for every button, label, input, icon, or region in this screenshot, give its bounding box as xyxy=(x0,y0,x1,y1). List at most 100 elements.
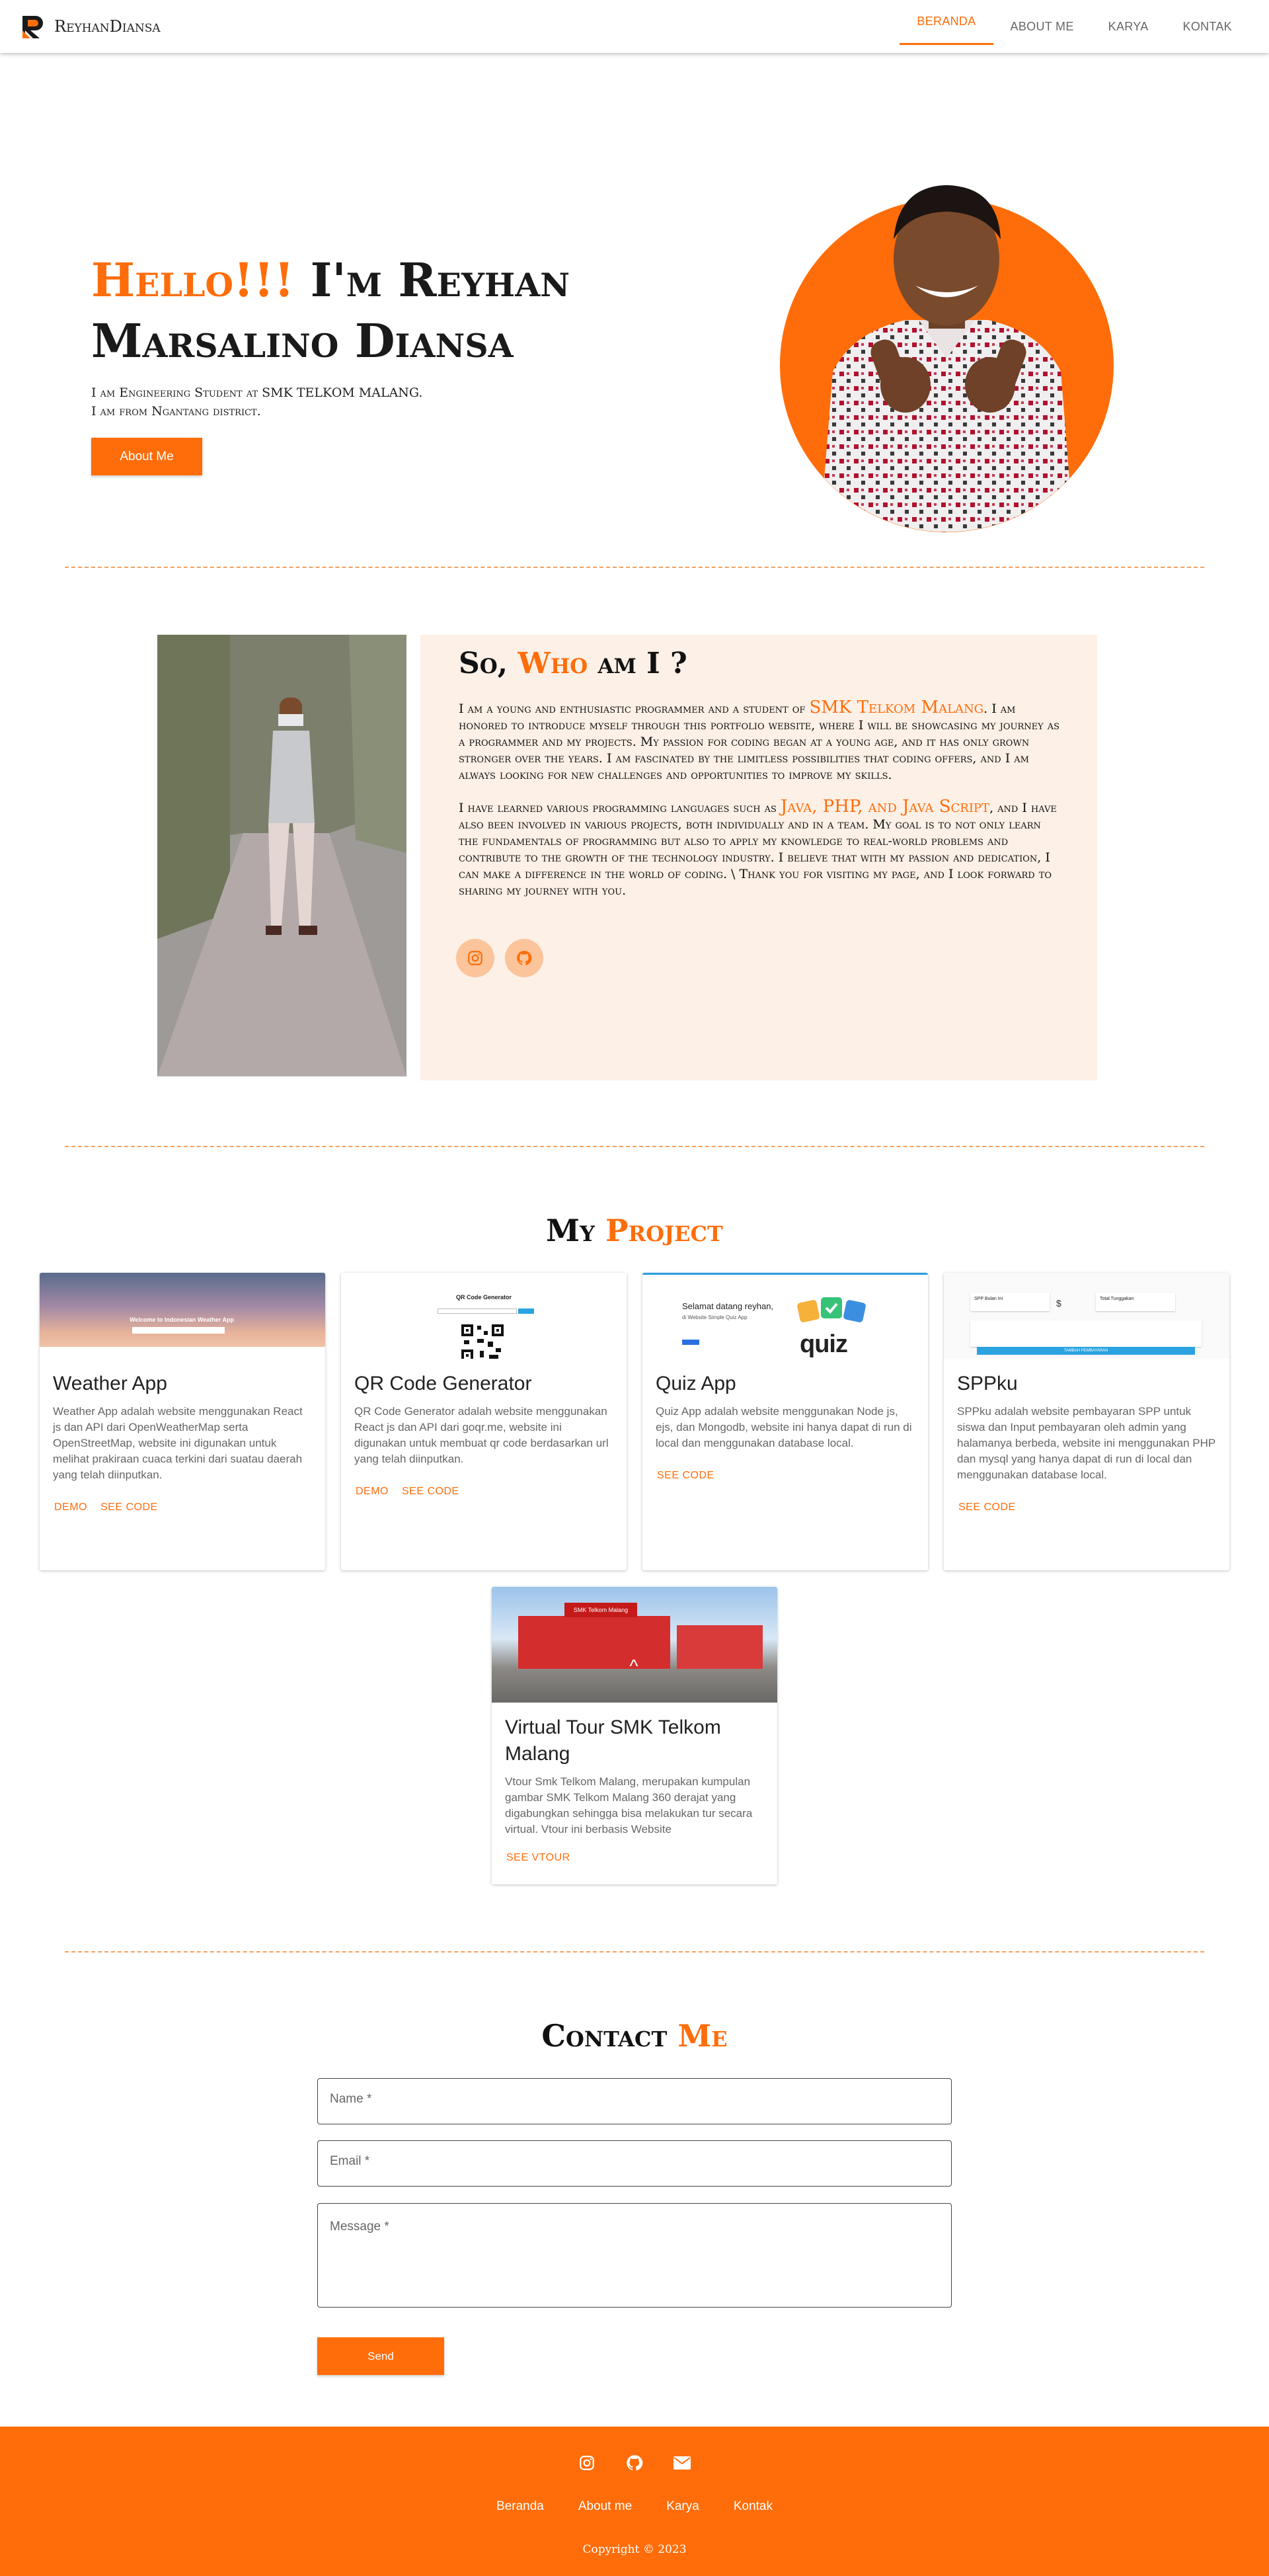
hero-portrait-image xyxy=(820,185,1074,532)
nav-kontak[interactable]: KONTAK xyxy=(1166,0,1249,53)
project-title: Quiz App xyxy=(656,1373,736,1394)
project-description: SPPku adalah website pembayaran SPP untu… xyxy=(957,1405,1215,1481)
footer-social xyxy=(0,2453,1269,2473)
quiz-thumb-greeting: Selamat datang reyhan, xyxy=(682,1301,774,1311)
hero-line-1: I am Engineering Student at SMK TELKOM M… xyxy=(91,385,423,400)
project-card-vtour: SMK Telkom Malang ^ Virtual Tour SMK Tel… xyxy=(492,1587,777,1884)
about-p2-text: I have learned various programming langu… xyxy=(459,801,781,815)
project-actions: SEE VTOUR xyxy=(500,1852,777,1864)
qr-thumb-input xyxy=(438,1308,517,1314)
copyright: Copyright © 2023 xyxy=(582,2543,687,2556)
see-code-link[interactable]: SEE CODE xyxy=(952,1502,1022,1513)
about-paragraph-1: I am a young and enthusiastic programmer… xyxy=(459,698,1060,784)
hero-line-2: I am from Ngantang district. xyxy=(91,404,261,419)
github-icon xyxy=(517,951,532,965)
message-field-label: Message * xyxy=(330,2220,389,2234)
about-paragraph-2: I have learned various programming langu… xyxy=(459,797,1060,899)
weather-thumb-search xyxy=(132,1327,225,1334)
nav-beranda[interactable]: BERANDA xyxy=(900,0,993,45)
quiz-thumb-button xyxy=(682,1340,699,1345)
weather-thumb-footer xyxy=(40,1347,325,1359)
about-p1-highlight: SMK Telkom Malang xyxy=(809,698,984,717)
instagram-icon[interactable] xyxy=(577,2453,597,2473)
see-vtour-link[interactable]: SEE VTOUR xyxy=(500,1852,577,1864)
section-divider xyxy=(65,1951,1204,1952)
project-card-quiz: Selamat datang reyhan, di Website Simple… xyxy=(642,1273,928,1570)
project-title: Virtual Tour SMK Telkom Malang xyxy=(505,1716,721,1765)
chevron-up-icon[interactable]: ^ xyxy=(621,1656,647,1676)
footer-nav: Beranda About me Karya Kontak xyxy=(0,2499,1269,2514)
footer-link-beranda[interactable]: Beranda xyxy=(496,2499,544,2514)
contact-title-prefix: Contact xyxy=(541,2018,678,2054)
navbar: ReyhanDiansa BERANDA ABOUT ME KARYA KONT… xyxy=(0,0,1269,53)
name-field-label: Name * xyxy=(330,2092,372,2106)
qr-thumb-button xyxy=(518,1308,534,1314)
dollar-icon: $ xyxy=(1056,1298,1061,1308)
qr-thumb-heading: QR Code Generator xyxy=(455,1294,512,1301)
logo[interactable]: ReyhanDiansa xyxy=(20,13,161,40)
quiz-thumb-subtitle: di Website Simple Quiz App xyxy=(682,1314,748,1320)
github-icon[interactable] xyxy=(625,2453,644,2473)
about-p1-text: I am a young and enthusiastic programmer… xyxy=(459,702,810,716)
qr-code-icon xyxy=(457,1322,508,1359)
project-description: Quiz App adalah website menggunakan Node… xyxy=(656,1405,912,1449)
hero-greeting: Hello!!! xyxy=(91,253,295,307)
vtour-building-right xyxy=(677,1625,763,1669)
nav-about-me[interactable]: ABOUT ME xyxy=(993,0,1091,53)
name-field[interactable]: Name * xyxy=(317,2078,952,2124)
qr-generator-thumbnail: QR Code Generator xyxy=(341,1273,627,1359)
about-title-prefix: So, xyxy=(459,647,518,680)
about-title-highlight: Who xyxy=(518,647,588,680)
about-title: So, Who am I ? xyxy=(459,647,687,680)
sppku-thumb-form xyxy=(970,1320,1202,1347)
brand-name: ReyhanDiansa xyxy=(54,17,161,36)
weather-app-thumbnail: Welcome to Indonesian Weather App xyxy=(40,1273,325,1359)
nav-menu: BERANDA ABOUT ME KARYA KONTAK xyxy=(900,0,1249,53)
project-actions: SEE CODE xyxy=(650,1470,928,1482)
project-description: QR Code Generator adalah website menggun… xyxy=(354,1405,609,1465)
section-divider xyxy=(65,1146,1204,1147)
footer-link-about-me[interactable]: About me xyxy=(578,2499,632,2514)
footer: Beranda About me Karya Kontak Copyright … xyxy=(0,2427,1269,2576)
project-actions: DEMO SEE CODE xyxy=(349,1486,627,1498)
about-photo-image xyxy=(157,635,406,1076)
project-description: Vtour Smk Telkom Malang, merupakan kumpu… xyxy=(505,1775,753,1835)
send-button[interactable]: Send xyxy=(317,2337,444,2375)
hero-subtitle: I am Engineering Student at SMK TELKOM M… xyxy=(91,383,488,421)
quiz-app-thumbnail: Selamat datang reyhan, di Website Simple… xyxy=(642,1273,928,1359)
demo-link[interactable]: DEMO xyxy=(349,1486,395,1498)
projects-title: My Project xyxy=(0,1213,1269,1248)
instagram-button[interactable] xyxy=(456,939,494,977)
nav-karya[interactable]: KARYA xyxy=(1091,0,1166,53)
project-actions: SEE CODE xyxy=(952,1502,1229,1513)
project-title: Weather App xyxy=(53,1373,167,1394)
github-button[interactable] xyxy=(505,939,543,977)
email-icon[interactable] xyxy=(672,2453,692,2473)
demo-link[interactable]: DEMO xyxy=(48,1502,94,1513)
contact-title-highlight: Me xyxy=(677,2018,728,2054)
footer-link-kontak[interactable]: Kontak xyxy=(734,2499,773,2514)
about-me-button[interactable]: About Me xyxy=(91,438,202,475)
sppku-thumbnail: SPP Bulan Ini $ Total Tunggakan TAMBAH P… xyxy=(944,1273,1229,1359)
contact-title: Contact Me xyxy=(0,2018,1269,2054)
vtour-building-left xyxy=(518,1616,670,1669)
see-code-link[interactable]: SEE CODE xyxy=(650,1470,721,1482)
section-divider xyxy=(65,567,1204,568)
project-title: SPPku xyxy=(957,1373,1018,1394)
projects-title-highlight: Project xyxy=(605,1213,723,1248)
see-code-link[interactable]: SEE CODE xyxy=(94,1502,165,1513)
quiz-badges-icon xyxy=(797,1297,866,1322)
see-code-link[interactable]: SEE CODE xyxy=(395,1486,466,1498)
hero-title: Hello!!! I'm Reyhan Marsalino Diansa xyxy=(91,250,594,372)
about-card: So, Who am I ? I am a young and enthusia… xyxy=(420,635,1097,1080)
quiz-thumb-logo: quiz xyxy=(800,1330,848,1358)
email-field[interactable]: Email * xyxy=(317,2140,952,2187)
about-title-suffix: am I ? xyxy=(588,647,687,680)
footer-link-karya[interactable]: Karya xyxy=(666,2499,699,2514)
vtour-thumbnail: SMK Telkom Malang ^ xyxy=(492,1587,777,1703)
message-field[interactable]: Message * xyxy=(317,2203,952,2308)
project-card-qr: QR Code Generator QR Code Generator QR C… xyxy=(341,1273,627,1570)
about-p2-highlight: Java, PHP, and Java Script xyxy=(780,797,990,817)
project-card-weather: Welcome to Indonesian Weather App Weathe… xyxy=(40,1273,325,1570)
vtour-sign: SMK Telkom Malang xyxy=(564,1603,637,1617)
